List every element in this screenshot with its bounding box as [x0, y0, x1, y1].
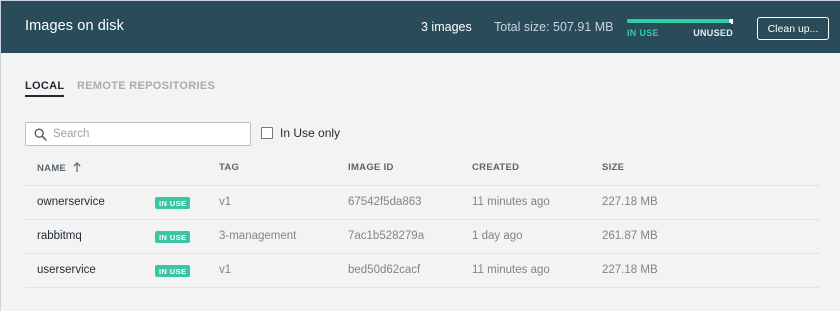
tab-remote-repositories[interactable]: REMOTE REPOSITORIES [77, 80, 215, 95]
column-header-image-id[interactable]: IMAGE ID [348, 162, 394, 173]
image-id: bed50d62cacf [348, 264, 421, 276]
image-name: rabbitmq [37, 230, 82, 242]
in-use-badge: IN USE [155, 197, 191, 209]
total-size: Total size: 507.91 MB [494, 20, 614, 34]
usage-bar-end-tick [731, 19, 733, 24]
image-id: 7ac1b528279a [348, 230, 425, 242]
in-use-badge: IN USE [155, 231, 191, 243]
image-count: 3 images [421, 20, 472, 34]
arrow-up-icon [73, 162, 81, 172]
image-tag: v1 [219, 264, 232, 276]
search-box[interactable] [25, 122, 251, 146]
column-header-size[interactable]: SIZE [602, 162, 624, 173]
image-created: 1 day ago [472, 230, 523, 242]
in-use-only-checkbox[interactable] [261, 127, 273, 139]
column-header-name[interactable]: NAME [37, 162, 81, 174]
clean-up-button[interactable]: Clean up... [757, 17, 829, 40]
image-created: 11 minutes ago [472, 196, 550, 208]
table-row[interactable]: ownerservice IN USE v1 67542f5da863 11 m… [25, 186, 819, 220]
column-header-created[interactable]: CREATED [472, 162, 519, 173]
usage-in-use-label: IN USE [627, 28, 659, 38]
image-tag: v1 [219, 196, 232, 208]
in-use-only-label[interactable]: In Use only [280, 126, 340, 140]
image-tag: 3-management [219, 230, 297, 242]
image-size: 227.18 MB [602, 196, 658, 208]
usage-bar-in-use [627, 19, 729, 23]
column-header-tag[interactable]: TAG [219, 162, 239, 173]
search-icon [34, 128, 47, 141]
image-name: ownerservice [37, 196, 105, 208]
table-header: NAME TAG IMAGE ID CREATED SIZE [25, 153, 819, 186]
table-row[interactable]: rabbitmq IN USE 3-management 7ac1b528279… [25, 220, 819, 254]
column-header-name-label: NAME [37, 163, 67, 174]
usage-unused-label: UNUSED [693, 28, 733, 38]
image-created: 11 minutes ago [472, 264, 550, 276]
table-row[interactable]: userservice IN USE v1 bed50d62cacf 11 mi… [25, 254, 819, 288]
image-size: 227.18 MB [602, 264, 658, 276]
images-table: NAME TAG IMAGE ID CREATED SIZE ownerserv… [25, 153, 819, 288]
image-name: userservice [37, 264, 96, 276]
image-size: 261.87 MB [602, 230, 658, 242]
search-input[interactable] [53, 125, 243, 143]
image-id: 67542f5da863 [348, 196, 422, 208]
usage-meter: IN USE UNUSED [627, 19, 733, 41]
images-header: Images on disk 3 images Total size: 507.… [1, 1, 840, 53]
in-use-badge: IN USE [155, 265, 191, 277]
page-title: Images on disk [25, 18, 124, 34]
tab-local[interactable]: LOCAL [25, 80, 65, 97]
